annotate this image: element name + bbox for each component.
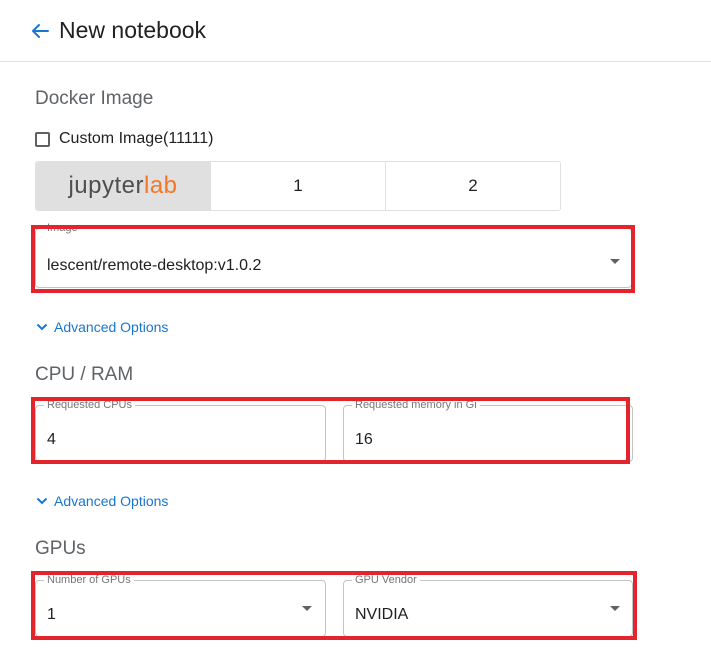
image-select-label: Image bbox=[44, 222, 81, 235]
chevron-down-icon bbox=[302, 606, 312, 611]
gpu-vendor-select[interactable]: GPU Vendor NVIDIA bbox=[343, 574, 633, 637]
custom-image-label: Custom Image(11111) bbox=[59, 130, 214, 147]
page-title: New notebook bbox=[59, 17, 207, 43]
arrow-left-icon[interactable] bbox=[29, 20, 51, 42]
requested-memory-label: Requested memory in Gi bbox=[352, 399, 480, 412]
number-of-gpus-label: Number of GPUs bbox=[44, 574, 134, 587]
number-of-gpus-select[interactable]: Number of GPUs 1 bbox=[35, 574, 326, 637]
advanced-options-label: Advanced Options bbox=[54, 493, 169, 509]
image-option-1[interactable]: 1 bbox=[211, 162, 386, 210]
number-of-gpus-value: 1 bbox=[47, 606, 56, 623]
requested-cpus-field[interactable]: Requested CPUs 4 bbox=[35, 399, 326, 462]
advanced-options-link-docker[interactable]: Advanced Options bbox=[36, 319, 168, 335]
advanced-options-link-cpu[interactable]: Advanced Options bbox=[36, 493, 168, 509]
gpu-vendor-label: GPU Vendor bbox=[352, 574, 420, 587]
requested-cpus-value: 4 bbox=[47, 431, 56, 448]
page-header: New notebook bbox=[0, 0, 711, 62]
advanced-options-label: Advanced Options bbox=[54, 319, 169, 335]
image-select-value: lescent/remote-desktop:v1.0.2 bbox=[47, 257, 262, 274]
image-option-2[interactable]: 2 bbox=[386, 162, 560, 210]
requested-cpus-label: Requested CPUs bbox=[44, 399, 135, 412]
requested-memory-value: 16 bbox=[355, 431, 373, 448]
chevron-down-icon bbox=[610, 606, 620, 611]
chevron-down-icon bbox=[610, 259, 620, 264]
custom-image-checkbox-row[interactable]: Custom Image(11111) bbox=[35, 129, 213, 149]
gpus-section-title: GPUs bbox=[35, 538, 86, 559]
gpu-vendor-value: NVIDIA bbox=[355, 606, 409, 623]
docker-image-section-title: Docker Image bbox=[35, 88, 154, 109]
cpu-ram-section-title: CPU / RAM bbox=[35, 364, 134, 385]
chevron-down-icon bbox=[36, 323, 48, 331]
custom-image-checkbox[interactable] bbox=[35, 131, 50, 147]
image-option-group: jupyterlab 1 2 bbox=[35, 161, 561, 211]
image-select[interactable]: Image lescent/remote-desktop:v1.0.2 bbox=[35, 222, 632, 288]
image-option-jupyterlab[interactable]: jupyterlab bbox=[36, 162, 211, 210]
chevron-down-icon bbox=[36, 497, 48, 505]
jupyterlab-logo: jupyterlab bbox=[68, 172, 178, 199]
requested-memory-field[interactable]: Requested memory in Gi 16 bbox=[343, 399, 633, 462]
